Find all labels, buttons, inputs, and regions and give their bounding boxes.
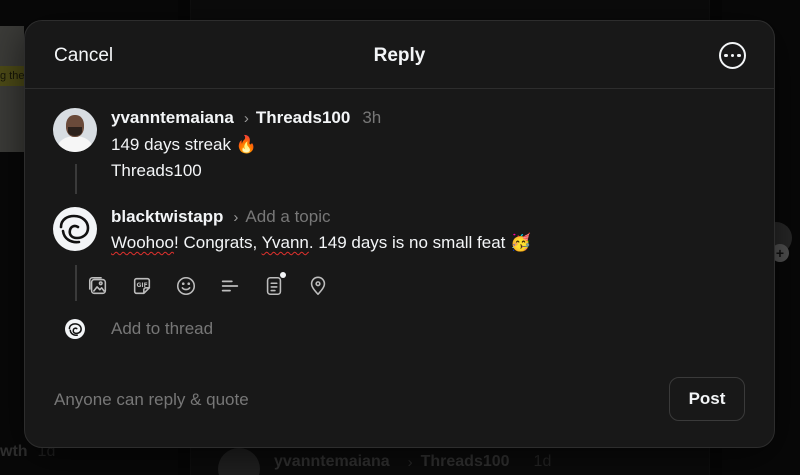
post-meta: yvanntemaiana › Threads100 3h — [111, 108, 381, 128]
gif-icon[interactable]: GIF — [129, 273, 155, 299]
chevron-right-icon: › — [243, 109, 249, 127]
add-topic-input[interactable]: Add a topic — [245, 207, 330, 227]
avatar-beard — [68, 127, 82, 136]
avatar-shirt — [58, 136, 92, 152]
reply-author: blacktwistapp — [111, 207, 224, 226]
reply-text-segment: . 149 days is no small feat 🥳 — [308, 233, 532, 252]
add-to-thread-row[interactable]: Add to thread — [65, 319, 213, 339]
blacktwist-logo-icon — [59, 214, 90, 244]
misspelled-word: Yvann — [261, 233, 309, 252]
poll-icon[interactable] — [217, 273, 243, 299]
image-icon[interactable] — [85, 273, 111, 299]
reply-permission-setting[interactable]: Anyone can reply & quote — [54, 390, 249, 410]
reply-text-segment: ! Congrats, — [174, 233, 262, 252]
post-topic[interactable]: Threads100 — [256, 108, 351, 128]
reply-meta: blacktwistapp › Add a topic — [111, 207, 330, 227]
more-icon[interactable] — [719, 42, 746, 69]
reply-text-input[interactable]: Woohoo! Congrats, Yvann. 149 days is no … — [111, 233, 531, 253]
dialog-header: Cancel Reply — [25, 21, 774, 89]
post-button[interactable]: Post — [669, 377, 745, 421]
document-icon[interactable] — [261, 272, 287, 299]
cancel-button[interactable]: Cancel — [54, 45, 113, 67]
dialog-title: Reply — [373, 45, 426, 66]
new-indicator-dot — [280, 272, 286, 278]
thread-connector — [75, 164, 77, 194]
location-icon[interactable] — [305, 273, 331, 299]
svg-text:GIF: GIF — [137, 282, 148, 289]
avatar[interactable] — [53, 108, 97, 152]
post-author[interactable]: yvanntemaiana — [111, 108, 234, 128]
post-text-line-2: Threads100 — [111, 161, 202, 180]
avatar — [65, 319, 85, 339]
reply-dialog: Cancel Reply yvanntemaiana › Threads100 … — [24, 20, 775, 448]
misspelled-word: Woohoo — [111, 233, 175, 252]
blacktwist-logo-icon — [68, 322, 82, 336]
post-text-line-1: 149 days streak 🔥 — [111, 135, 257, 154]
add-to-thread-input[interactable]: Add to thread — [111, 319, 213, 339]
attachment-toolbar: GIF — [85, 272, 331, 299]
chevron-right-icon: › — [233, 208, 239, 226]
emoji-icon[interactable] — [173, 273, 199, 299]
post-timestamp: 3h — [362, 108, 382, 127]
avatar[interactable] — [53, 207, 97, 251]
thread-connector — [75, 265, 77, 301]
